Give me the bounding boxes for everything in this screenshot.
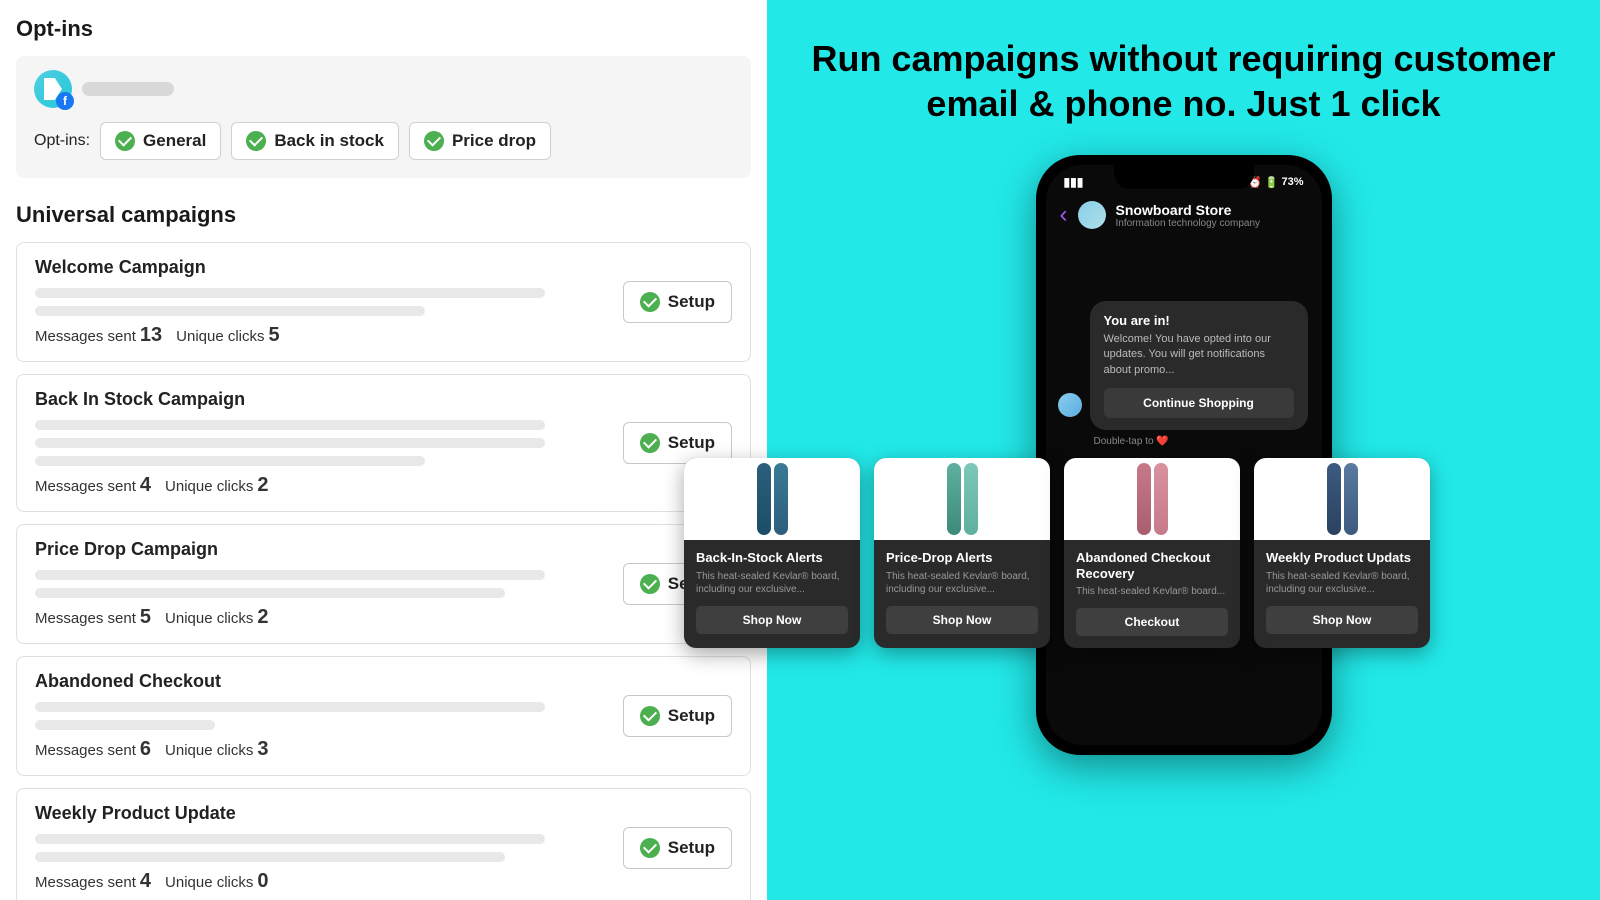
message-body: Welcome! You have opted into our updates… (1104, 332, 1294, 378)
doubletap-hint: Double-tap to ❤️ (1094, 436, 1322, 447)
setup-button[interactable]: Setup (623, 695, 732, 737)
unique-clicks-value: 3 (257, 738, 268, 760)
check-icon (640, 574, 660, 594)
unique-clicks-value: 0 (257, 870, 268, 892)
campaign-card: Abandoned Checkout Messages sent6 Unique… (16, 656, 751, 776)
phone-mockup: ▮▮▮ 9:17 AM ⏰🔋73% ‹ Snowboard Store Info… (1036, 155, 1332, 755)
skeleton-line (35, 852, 505, 862)
messages-sent-value: 4 (140, 474, 151, 496)
product-image (874, 458, 1050, 540)
skeleton-line (35, 420, 545, 430)
left-panel: Opt-ins f Opt-ins: General Back in stock… (0, 0, 767, 900)
store-chat-avatar (1078, 201, 1106, 229)
optins-label: Opt-ins: (34, 132, 90, 150)
skeleton-line (35, 588, 505, 598)
check-icon (115, 131, 135, 151)
check-icon (640, 838, 660, 858)
product-image (684, 458, 860, 540)
product-cards-row: Back-In-Stock Alerts This heat-sealed Ke… (684, 458, 1600, 648)
unique-clicks-value: 2 (257, 606, 268, 628)
promo-panel: Run campaigns without requiring customer… (767, 0, 1600, 900)
product-image (1064, 458, 1240, 540)
skeleton-line (35, 702, 545, 712)
phone-notch (1114, 165, 1254, 189)
unique-clicks-value: 2 (257, 474, 268, 496)
campaign-title: Back In Stock Campaign (35, 389, 732, 410)
check-icon (246, 131, 266, 151)
product-desc: This heat-sealed Kevlar® board, includin… (696, 570, 848, 596)
shop-now-button[interactable]: Shop Now (696, 606, 848, 634)
promo-headline: Run campaigns without requiring customer… (767, 0, 1600, 126)
check-icon (640, 292, 660, 312)
messages-sent-value: 13 (140, 324, 162, 346)
campaign-card: Weekly Product Update Messages sent4 Uni… (16, 788, 751, 900)
skeleton-line (35, 306, 425, 316)
back-arrow-icon[interactable]: ‹ (1060, 201, 1068, 229)
campaign-card: Back In Stock Campaign Messages sent4 Un… (16, 374, 751, 512)
shop-now-button[interactable]: Shop Now (1266, 606, 1418, 634)
optins-heading: Opt-ins (16, 16, 751, 42)
messages-sent-value: 4 (140, 870, 151, 892)
skeleton-line (35, 438, 545, 448)
store-name-skeleton (82, 82, 174, 96)
product-title: Back-In-Stock Alerts (696, 550, 848, 566)
product-card: Abandoned Checkout Recovery This heat-se… (1064, 458, 1240, 648)
product-card: Price-Drop Alerts This heat-sealed Kevla… (874, 458, 1050, 648)
chip-general[interactable]: General (100, 122, 221, 160)
messages-sent-value: 6 (140, 738, 151, 760)
product-desc: This heat-sealed Kevlar® board, includin… (886, 570, 1038, 596)
chip-back-in-stock[interactable]: Back in stock (231, 122, 399, 160)
chip-price-drop[interactable]: Price drop (409, 122, 551, 160)
unique-clicks-value: 5 (269, 324, 280, 346)
campaign-card: Welcome Campaign Messages sent13 Unique … (16, 242, 751, 362)
facebook-badge-icon: f (56, 92, 74, 110)
campaign-card: Price Drop Campaign Messages sent5 Uniqu… (16, 524, 751, 644)
product-title: Weekly Product Updats (1266, 550, 1418, 566)
campaign-title: Welcome Campaign (35, 257, 732, 278)
product-card: Weekly Product Updats This heat-sealed K… (1254, 458, 1430, 648)
skeleton-line (35, 570, 545, 580)
setup-button[interactable]: Setup (623, 827, 732, 869)
campaign-title: Abandoned Checkout (35, 671, 732, 692)
messages-sent-value: 5 (140, 606, 151, 628)
product-title: Abandoned Checkout Recovery (1076, 550, 1228, 581)
product-title: Price-Drop Alerts (886, 550, 1038, 566)
product-image (1254, 458, 1430, 540)
continue-shopping-button[interactable]: Continue Shopping (1104, 388, 1294, 418)
skeleton-line (35, 456, 425, 466)
optins-box: f Opt-ins: General Back in stock Price d… (16, 56, 751, 178)
store-subtitle: Information technology company (1116, 218, 1261, 229)
setup-button[interactable]: Setup (623, 281, 732, 323)
campaigns-heading: Universal campaigns (16, 202, 751, 228)
message-title: You are in! (1104, 313, 1294, 328)
battery-icon: 🔋 (1265, 176, 1279, 189)
check-icon (640, 706, 660, 726)
sender-avatar (1058, 393, 1082, 417)
check-icon (640, 433, 660, 453)
check-icon (424, 131, 444, 151)
shop-now-button[interactable]: Shop Now (886, 606, 1038, 634)
signal-icon: ▮▮▮ (1064, 175, 1084, 189)
store-name: Snowboard Store (1116, 202, 1261, 218)
checkout-button[interactable]: Checkout (1076, 608, 1228, 636)
skeleton-line (35, 834, 545, 844)
campaign-title: Weekly Product Update (35, 803, 732, 824)
skeleton-line (35, 288, 545, 298)
skeleton-line (35, 720, 215, 730)
store-avatar: f (34, 70, 72, 108)
message-bubble: You are in! Welcome! You have opted into… (1090, 301, 1308, 430)
battery-pct: 73% (1281, 176, 1303, 188)
campaign-title: Price Drop Campaign (35, 539, 732, 560)
product-desc: This heat-sealed Kevlar® board, includin… (1266, 570, 1418, 596)
product-desc: This heat-sealed Kevlar® board... (1076, 585, 1228, 598)
product-card: Back-In-Stock Alerts This heat-sealed Ke… (684, 458, 860, 648)
